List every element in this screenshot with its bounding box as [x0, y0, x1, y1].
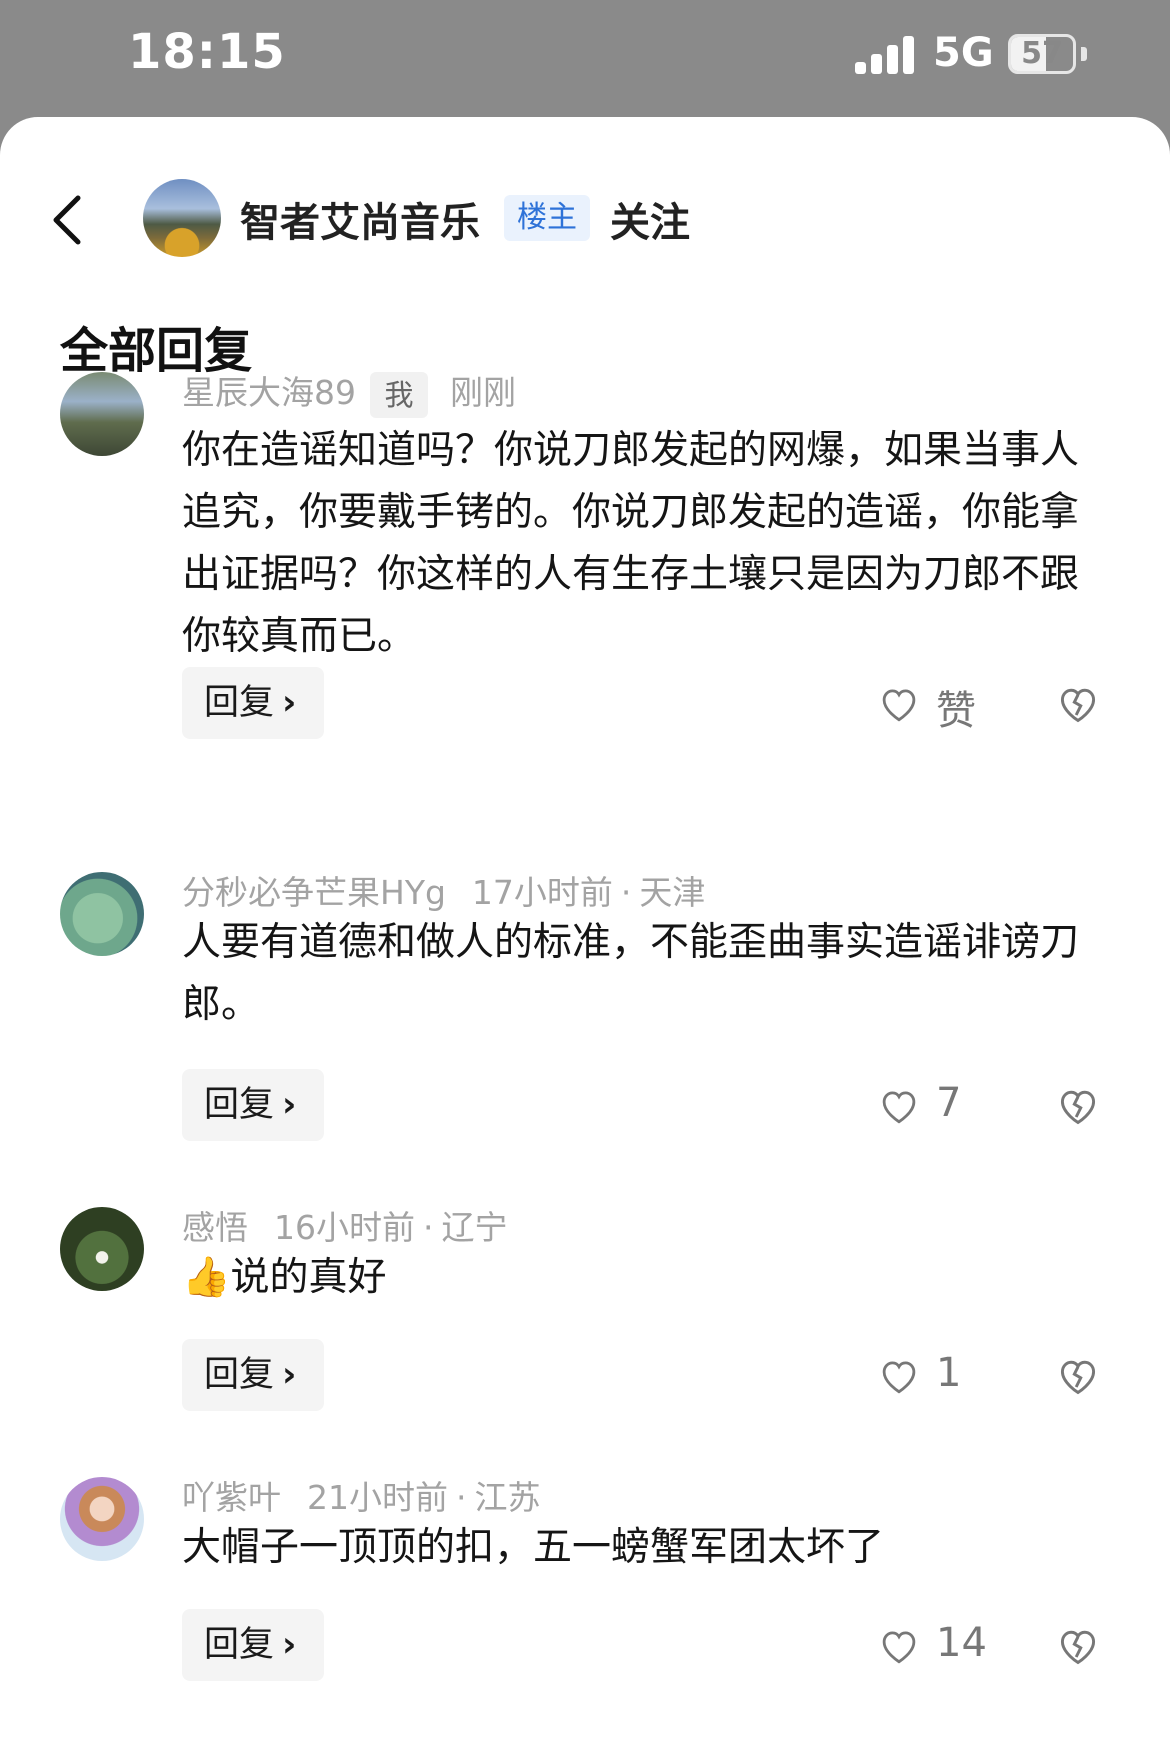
- comment-time: 刚刚: [450, 373, 516, 412]
- comment-item: 吖紫叶 21小时前 · 江苏 大帽子一顶顶的扣，五一螃蟹军团太坏了 回复 › 14: [0, 1477, 1170, 1707]
- comment-meta: 分秒必争芒果HYg 17小时前 · 天津: [182, 873, 706, 912]
- comment-text: 👍说的真好: [182, 1255, 387, 1300]
- heart-outline-icon: [882, 1361, 916, 1394]
- comment-location: 辽宁: [441, 1208, 508, 1247]
- broken-heart-icon[interactable]: [1056, 682, 1100, 726]
- follow-button[interactable]: 关注: [610, 190, 690, 248]
- reply-button[interactable]: 回复 ›: [182, 1069, 324, 1141]
- chevron-left-icon[interactable]: [44, 192, 92, 248]
- avatar[interactable]: [60, 872, 144, 956]
- comment-meta: 吖紫叶 21小时前 · 江苏: [182, 1478, 541, 1517]
- owner-avatar[interactable]: [143, 179, 221, 257]
- like-button[interactable]: 赞: [878, 680, 988, 734]
- comment-text: 大帽子一顶顶的扣，五一螃蟹军团太坏了: [182, 1525, 885, 1570]
- heart-outline-icon: [882, 1091, 916, 1124]
- avatar[interactable]: [60, 1207, 144, 1291]
- comment-location: 江苏: [474, 1478, 541, 1517]
- comment-meta: 感悟 16小时前 · 辽宁: [182, 1208, 508, 1247]
- comment-location: 天津: [639, 873, 706, 912]
- reply-label: 回复: [204, 1355, 275, 1395]
- me-badge: 我: [370, 371, 428, 418]
- chevron-right-icon: ›: [282, 1625, 297, 1665]
- comment-item: 星辰大海89 我刚刚 你在造谣知道吗？你说刀郎发起的网爆，如果当事人追究，你要戴手…: [0, 362, 1170, 762]
- reply-label: 回复: [204, 1085, 275, 1125]
- thread-header: 智者艾尚音乐 楼主 关注: [0, 162, 1170, 274]
- comment-item: 感悟 16小时前 · 辽宁 👍说的真好 回复 › 1: [0, 1207, 1170, 1437]
- like-button[interactable]: 7: [878, 1080, 988, 1132]
- status-time: 18:15: [128, 24, 286, 80]
- owner-badge: 楼主: [504, 195, 590, 241]
- battery-icon: 57: [1008, 34, 1076, 74]
- comment-time: 17小时前: [471, 873, 613, 912]
- battery-level: 57: [1021, 36, 1063, 71]
- like-count: 1: [936, 1350, 962, 1396]
- comment-text: 你在造谣知道吗？你说刀郎发起的网爆，如果当事人追究，你要戴手铐的。你说刀郎发起的…: [182, 428, 1080, 659]
- comment-meta: 星辰大海89 我刚刚: [182, 370, 516, 418]
- reply-button[interactable]: 回复 ›: [182, 1609, 324, 1681]
- like-count: 赞: [936, 688, 976, 734]
- heart-outline-icon: [882, 689, 916, 722]
- comment-text: 人要有道德和做人的标准，不能歪曲事实造谣诽谤刀郎。: [182, 920, 1080, 1027]
- comment-author[interactable]: 分秒必争芒果HYg: [182, 873, 446, 912]
- comment-item: 分秒必争芒果HYg 17小时前 · 天津 人要有道德和做人的标准，不能歪曲事实造谣诽谤…: [0, 872, 1170, 1172]
- broken-heart-icon[interactable]: [1056, 1354, 1100, 1398]
- broken-heart-icon[interactable]: [1056, 1084, 1100, 1128]
- reply-label: 回复: [204, 1625, 275, 1665]
- avatar[interactable]: [60, 1477, 144, 1561]
- like-count: 14: [936, 1620, 987, 1666]
- like-button[interactable]: 14: [878, 1620, 1008, 1672]
- network-type: 5G: [933, 30, 994, 76]
- broken-heart-icon[interactable]: [1056, 1624, 1100, 1668]
- reply-button[interactable]: 回复 ›: [182, 1339, 324, 1411]
- comment-author[interactable]: 吖紫叶: [182, 1478, 281, 1517]
- signal-icon: [855, 36, 917, 74]
- status-bar: 18:15 5G 57: [0, 0, 1170, 118]
- avatar[interactable]: [60, 372, 144, 456]
- chevron-right-icon: ›: [282, 1355, 297, 1395]
- reply-button[interactable]: 回复 ›: [182, 667, 324, 739]
- comment-author[interactable]: 星辰大海89: [182, 373, 356, 412]
- chevron-right-icon: ›: [282, 683, 297, 723]
- reply-label: 回复: [204, 683, 275, 723]
- comment-time: 21小时前: [307, 1478, 448, 1517]
- heart-outline-icon: [882, 1631, 916, 1664]
- like-button[interactable]: 1: [878, 1350, 988, 1402]
- like-count: 7: [936, 1080, 962, 1126]
- comment-author[interactable]: 感悟: [182, 1208, 248, 1247]
- chevron-right-icon: ›: [282, 1085, 297, 1125]
- owner-name[interactable]: 智者艾尚音乐: [240, 190, 480, 248]
- comment-time: 16小时前: [274, 1208, 415, 1247]
- comment-sheet: 智者艾尚音乐 楼主 关注 全部回复 星辰大海89 我刚刚 你在造谣知道吗？你说刀郎…: [0, 117, 1170, 1748]
- battery-tip: [1081, 47, 1087, 61]
